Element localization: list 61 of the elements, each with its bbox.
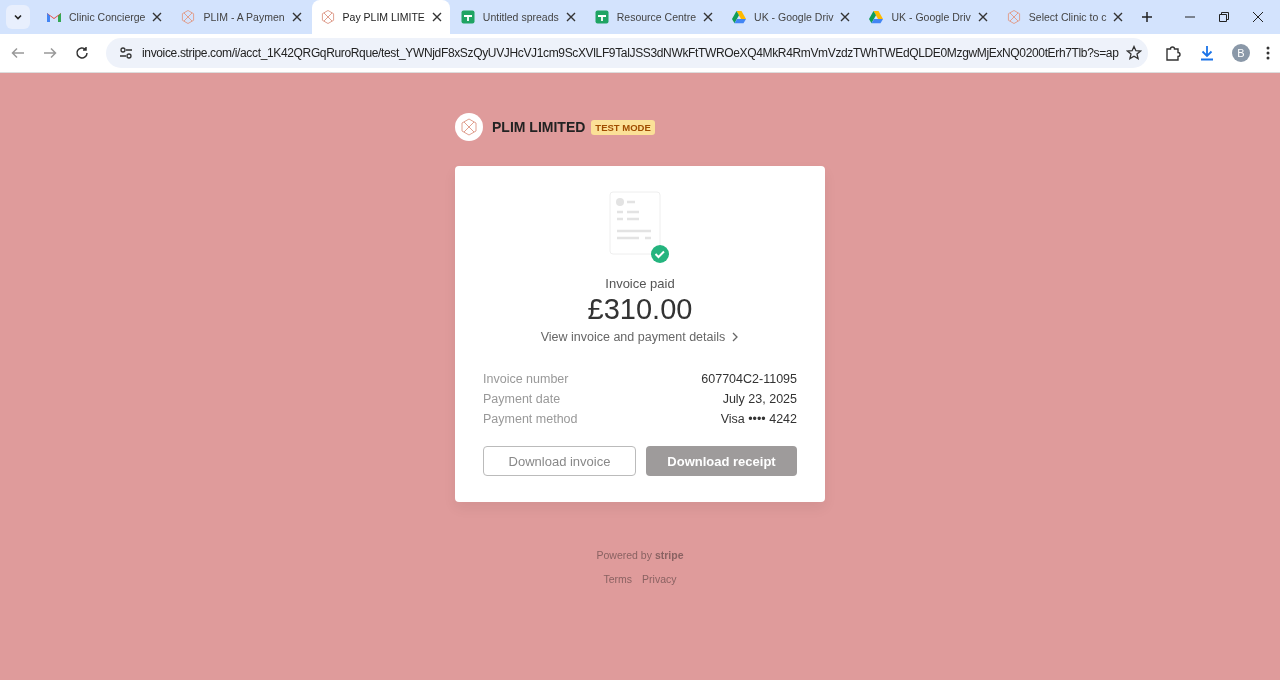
star-icon[interactable] [1126,45,1143,61]
new-tab-icon[interactable] [1141,11,1154,23]
address-bar[interactable]: invoice.stripe.com/i/acct_1K42QRGqRuroRque/test_YWNjdF8xSzQyUVJHcVJ1cm9ScXVlLF9TalJSS3dNWkFtTWROeXQ4MkR4RmVmVzdzTWhTWEdQLDE0MzgwMjExNQ0200tErh7Tlb?s=ap [106,38,1148,68]
browser-tab[interactable]: Untitled spreads [451,0,584,34]
field-label: Invoice number [483,372,569,386]
browser-tab[interactable]: Select Clinic to c [997,0,1132,34]
browser-tab[interactable]: Resource Centre [585,0,722,34]
url-text: invoice.stripe.com/i/acct_1K42QRGqRuroRque/test_YWNjdF8xSzQyUVJHcVJ1cm9ScXVlLF9TalJSS3dNWkFtTWROeXQ4MkR4RmVmVzdzTWhTWEdQLDE0MzgwMjExNQ0200tErh7Tlb?s=ap [142,46,1119,60]
close-icon[interactable] [152,12,163,22]
browser-tab[interactable]: Pay PLIM LIMITE [311,0,450,34]
close-icon[interactable] [703,12,714,22]
drive-icon [868,9,885,25]
field-label: Payment date [483,392,561,406]
paid-invoice-icon [608,190,672,266]
tab-title: PLIM - A Paymen [203,11,285,23]
tab-list-button[interactable] [6,5,30,29]
close-icon[interactable] [565,12,576,22]
close-icon[interactable] [840,12,851,22]
download-invoice-button[interactable]: Download invoice [483,446,636,476]
tab-title: Clinic Concierge [69,11,146,23]
close-icon[interactable] [291,12,302,22]
browser-tab[interactable]: PLIM - A Paymen [172,0,310,34]
merchant-logo-icon [455,113,483,141]
drive-icon [731,9,748,25]
tab-title: Select Clinic to c [1028,11,1107,23]
download-icon[interactable] [1198,44,1216,62]
test-mode-badge: TEST MODE [591,119,655,135]
tab-title: Pay PLIM LIMITE [342,11,425,23]
field-value: Visa •••• 4242 [720,412,797,426]
tab-title: Resource Centre [616,11,697,23]
field-label: Payment method [483,412,578,426]
field-value: 607704C2-11095 [701,372,797,386]
tab-title: UK - Google Driv [754,11,834,23]
spreadsheet-icon [593,9,610,25]
extensions-icon[interactable] [1164,44,1182,62]
spreadsheet-icon [459,9,476,25]
site-settings-icon[interactable] [118,45,134,61]
invoice-amount: £310.00 [587,293,693,326]
field-value: July 23, 2025 [722,392,797,406]
tab-title: UK - Google Driv [891,11,971,23]
browser-tab[interactable]: Clinic Concierge [38,0,171,34]
invoice-details-link[interactable]: View invoice and payment details [540,330,740,344]
hexagon-icon [1005,9,1022,25]
restore-icon[interactable] [1218,11,1230,23]
reload-icon[interactable] [74,45,90,61]
hexagon-icon [319,9,336,25]
browser-tab[interactable]: UK - Google Driv [723,0,859,34]
close-window-icon[interactable] [1252,11,1264,23]
invoice-status: Invoice paid [605,276,675,291]
browser-tab[interactable]: UK - Google Driv [860,0,996,34]
close-icon[interactable] [1113,12,1124,22]
close-icon[interactable] [431,12,442,22]
menu-icon[interactable] [1266,45,1270,61]
hexagon-icon [180,9,197,25]
close-icon[interactable] [977,12,988,22]
back-icon[interactable] [10,45,26,61]
powered-by-text: Powered by stripe [596,549,684,561]
merchant-name: PLIM LIMITED [492,119,586,135]
forward-icon[interactable] [42,45,58,61]
chevron-right-icon [731,332,740,342]
tab-title: Untitled spreads [482,11,559,23]
